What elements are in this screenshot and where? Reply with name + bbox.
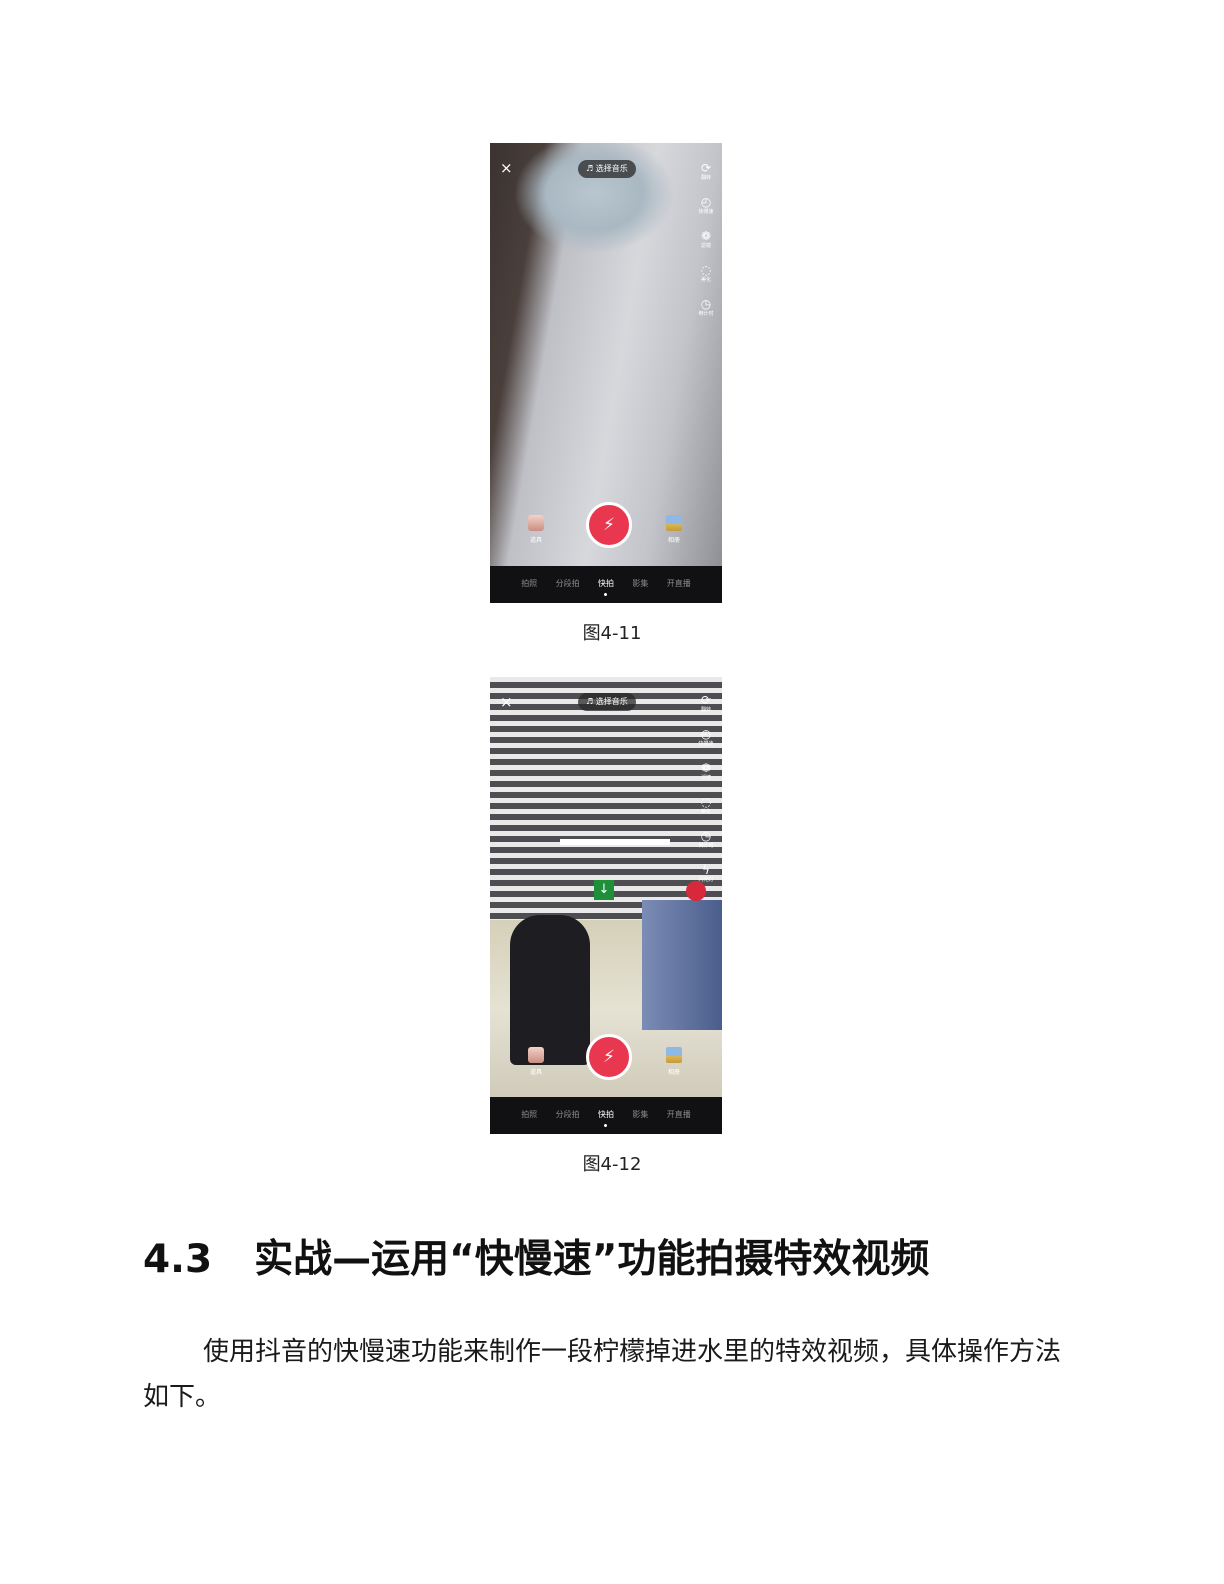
phone-screenshot-4-12: ↓ × ♬ 选择音乐 ⟳ 翻转 ◴ 快慢速 ❁ 滤镜 ◌ 美化 ◷ 倒计时 ϟ … xyxy=(490,677,722,1134)
side-tool-label: 美化 xyxy=(700,277,711,283)
props-thumbnail-icon[interactable] xyxy=(528,1047,544,1063)
album-label: 相册 xyxy=(667,537,680,544)
mode-tab-quick[interactable]: 快拍 xyxy=(598,578,614,589)
flip-camera-icon: ⟳ xyxy=(700,693,712,707)
side-tool-label: 美化 xyxy=(700,809,711,815)
section-number: 4.3 xyxy=(143,1237,213,1282)
beautify-icon: ◌ xyxy=(700,795,712,809)
timer-button[interactable]: ◷ 倒计时 xyxy=(696,297,716,331)
mode-tab-album[interactable]: 影集 xyxy=(632,578,648,589)
side-tool-label: 快慢速 xyxy=(698,741,714,747)
timer-icon: ◷ xyxy=(700,297,712,311)
record-button[interactable]: ⚡ xyxy=(586,502,632,548)
ceiling-light xyxy=(560,839,670,845)
speed-button[interactable]: ◴ 快慢速 xyxy=(696,727,716,761)
filter-icon: ❁ xyxy=(700,761,712,775)
mode-tab-segment[interactable]: 分段拍 xyxy=(556,1109,580,1120)
close-icon[interactable]: × xyxy=(500,693,513,711)
beautify-icon: ◌ xyxy=(700,263,712,277)
mode-tab-segment[interactable]: 分段拍 xyxy=(556,578,580,589)
record-button[interactable]: ⚡ xyxy=(586,1034,632,1080)
flip-camera-button[interactable]: ⟳ 翻转 xyxy=(696,693,716,727)
side-tool-label: 翻转 xyxy=(700,707,711,713)
phone-screenshot-4-11: × ♬ 选择音乐 ⟳ 翻转 ◴ 快慢速 ❁ 滤镜 ◌ 美化 ◷ 倒计时 道具 ⚡… xyxy=(490,143,722,603)
flash-button[interactable]: ϟ 闪光灯 xyxy=(696,863,716,897)
album-thumbnail-icon[interactable] xyxy=(666,1047,682,1063)
walking-person xyxy=(510,915,590,1065)
beautify-button[interactable]: ◌ 美化 xyxy=(696,795,716,829)
props-thumbnail-icon[interactable] xyxy=(528,515,544,531)
album-thumbnail-icon[interactable] xyxy=(666,515,682,531)
mode-bar: 拍照 分段拍 快拍 影集 开直播 xyxy=(490,1097,722,1134)
down-arrow-sign-icon: ↓ xyxy=(594,880,614,900)
side-toolbar: ⟳ 翻转 ◴ 快慢速 ❁ 滤镜 ◌ 美化 ◷ 倒计时 ϟ 闪光灯 xyxy=(696,693,716,897)
album-label: 相册 xyxy=(667,1069,680,1076)
corridor-poster-wall xyxy=(642,900,722,1030)
body-paragraph: 使用抖音的快慢速功能来制作一段柠檬掉进水里的特效视频，具体操作方法如下。 xyxy=(143,1337,1062,1412)
active-mode-indicator xyxy=(604,593,607,596)
active-mode-indicator xyxy=(604,1124,607,1127)
mode-tab-live[interactable]: 开直播 xyxy=(667,1109,691,1120)
flip-camera-icon: ⟳ xyxy=(700,161,712,175)
speed-icon: ◴ xyxy=(700,727,712,741)
filter-button[interactable]: ❁ 滤镜 xyxy=(696,761,716,795)
side-tool-label: 倒计时 xyxy=(698,311,714,317)
close-icon[interactable]: × xyxy=(500,159,513,177)
side-tool-label: 闪光灯 xyxy=(698,877,714,883)
flash-off-icon: ϟ xyxy=(702,863,710,877)
section-heading: 4.3 实战—运用“快慢速”功能拍摄特效视频 xyxy=(143,1228,929,1284)
flip-camera-button[interactable]: ⟳ 翻转 xyxy=(696,161,716,195)
side-tool-label: 滤镜 xyxy=(700,243,711,249)
side-tool-label: 滤镜 xyxy=(700,775,711,781)
select-music-button[interactable]: ♬ 选择音乐 xyxy=(578,160,636,178)
side-tool-label: 快慢速 xyxy=(698,209,714,215)
figure-caption: 图4-12 xyxy=(582,1154,642,1175)
timer-button[interactable]: ◷ 倒计时 xyxy=(696,829,716,863)
mode-tab-album[interactable]: 影集 xyxy=(632,1109,648,1120)
mode-tab-live[interactable]: 开直播 xyxy=(667,578,691,589)
mode-tab-photo[interactable]: 拍照 xyxy=(521,1109,537,1120)
speed-icon: ◴ xyxy=(700,195,712,209)
select-music-button[interactable]: ♬ 选择音乐 xyxy=(578,693,636,711)
side-tool-label: 倒计时 xyxy=(698,843,714,849)
mode-tab-photo[interactable]: 拍照 xyxy=(521,578,537,589)
side-toolbar: ⟳ 翻转 ◴ 快慢速 ❁ 滤镜 ◌ 美化 ◷ 倒计时 xyxy=(696,161,716,331)
props-label: 道具 xyxy=(529,537,542,544)
side-tool-label: 翻转 xyxy=(700,175,711,181)
props-label: 道具 xyxy=(529,1069,542,1076)
filter-button[interactable]: ❁ 滤镜 xyxy=(696,229,716,263)
mode-bar: 拍照 分段拍 快拍 影集 开直播 xyxy=(490,566,722,603)
timer-icon: ◷ xyxy=(700,829,712,843)
beautify-button[interactable]: ◌ 美化 xyxy=(696,263,716,297)
speed-button[interactable]: ◴ 快慢速 xyxy=(696,195,716,229)
mode-tab-quick[interactable]: 快拍 xyxy=(598,1109,614,1120)
figure-caption: 图4-11 xyxy=(582,623,642,644)
section-title: 实战—运用“快慢速”功能拍摄特效视频 xyxy=(254,1237,930,1282)
filter-icon: ❁ xyxy=(700,229,712,243)
